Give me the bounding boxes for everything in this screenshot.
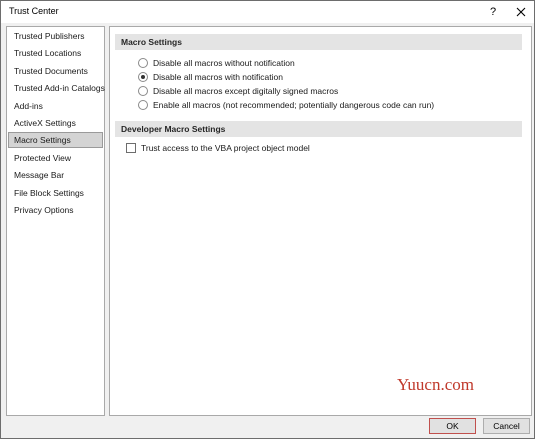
close-button[interactable] bbox=[507, 1, 535, 23]
macro-option-disable-with-notification[interactable]: Disable all macros with notification bbox=[138, 71, 283, 83]
sidebar-item-trusted-locations[interactable]: Trusted Locations bbox=[8, 45, 103, 61]
title-bar: Trust Center ? bbox=[1, 1, 534, 23]
radio-label: Disable all macros without notification bbox=[153, 58, 295, 68]
sidebar-item-protected-view[interactable]: Protected View bbox=[8, 150, 103, 166]
sidebar-item-macro-settings[interactable]: Macro Settings bbox=[8, 132, 103, 148]
macro-option-disable-except-signed[interactable]: Disable all macros except digitally sign… bbox=[138, 85, 338, 97]
trust-center-dialog: Trust Center ? Trusted Publishers Truste… bbox=[0, 0, 535, 439]
window-title: Trust Center bbox=[9, 6, 59, 16]
macro-option-enable-all[interactable]: Enable all macros (not recommended; pote… bbox=[138, 99, 434, 111]
radio-button[interactable] bbox=[138, 58, 148, 68]
help-icon: ? bbox=[489, 6, 497, 18]
radio-label: Disable all macros except digitally sign… bbox=[153, 86, 339, 96]
sidebar-item-privacy-options[interactable]: Privacy Options bbox=[8, 202, 103, 218]
radio-button-selected[interactable] bbox=[138, 72, 148, 82]
radio-label: Enable all macros (not recommended; pote… bbox=[153, 100, 435, 110]
trust-vba-label: Trust access to the VBA project object m… bbox=[141, 143, 310, 153]
sidebar-item-activex-settings[interactable]: ActiveX Settings bbox=[8, 115, 103, 131]
sidebar-item-message-bar[interactable]: Message Bar bbox=[8, 167, 103, 183]
watermark-text: Yuucn.com bbox=[397, 375, 474, 394]
macro-settings-header: Macro Settings bbox=[115, 34, 522, 50]
sidebar-item-trusted-publishers[interactable]: Trusted Publishers bbox=[8, 28, 103, 44]
ok-button[interactable]: OK bbox=[429, 418, 476, 434]
trust-vba-option[interactable]: Trust access to the VBA project object m… bbox=[126, 142, 310, 154]
trust-vba-checkbox[interactable] bbox=[126, 143, 136, 153]
macro-option-disable-no-notification[interactable]: Disable all macros without notification bbox=[138, 57, 295, 69]
settings-panel: Macro Settings Disable all macros withou… bbox=[109, 26, 532, 416]
radio-button[interactable] bbox=[138, 86, 148, 96]
radio-label: Disable all macros with notification bbox=[153, 72, 283, 82]
help-button[interactable]: ? bbox=[479, 1, 507, 23]
sidebar-item-file-block-settings[interactable]: File Block Settings bbox=[8, 185, 103, 201]
radio-button[interactable] bbox=[138, 100, 148, 110]
sidebar-item-trusted-addin-catalogs[interactable]: Trusted Add-in Catalogs bbox=[8, 80, 105, 96]
developer-macro-settings-header: Developer Macro Settings bbox=[115, 121, 522, 137]
category-sidebar: Trusted Publishers Trusted Locations Tru… bbox=[6, 26, 105, 416]
sidebar-item-trusted-documents[interactable]: Trusted Documents bbox=[8, 63, 103, 79]
cancel-button[interactable]: Cancel bbox=[483, 418, 530, 434]
sidebar-item-addins[interactable]: Add-ins bbox=[8, 98, 103, 114]
close-icon bbox=[516, 7, 526, 17]
